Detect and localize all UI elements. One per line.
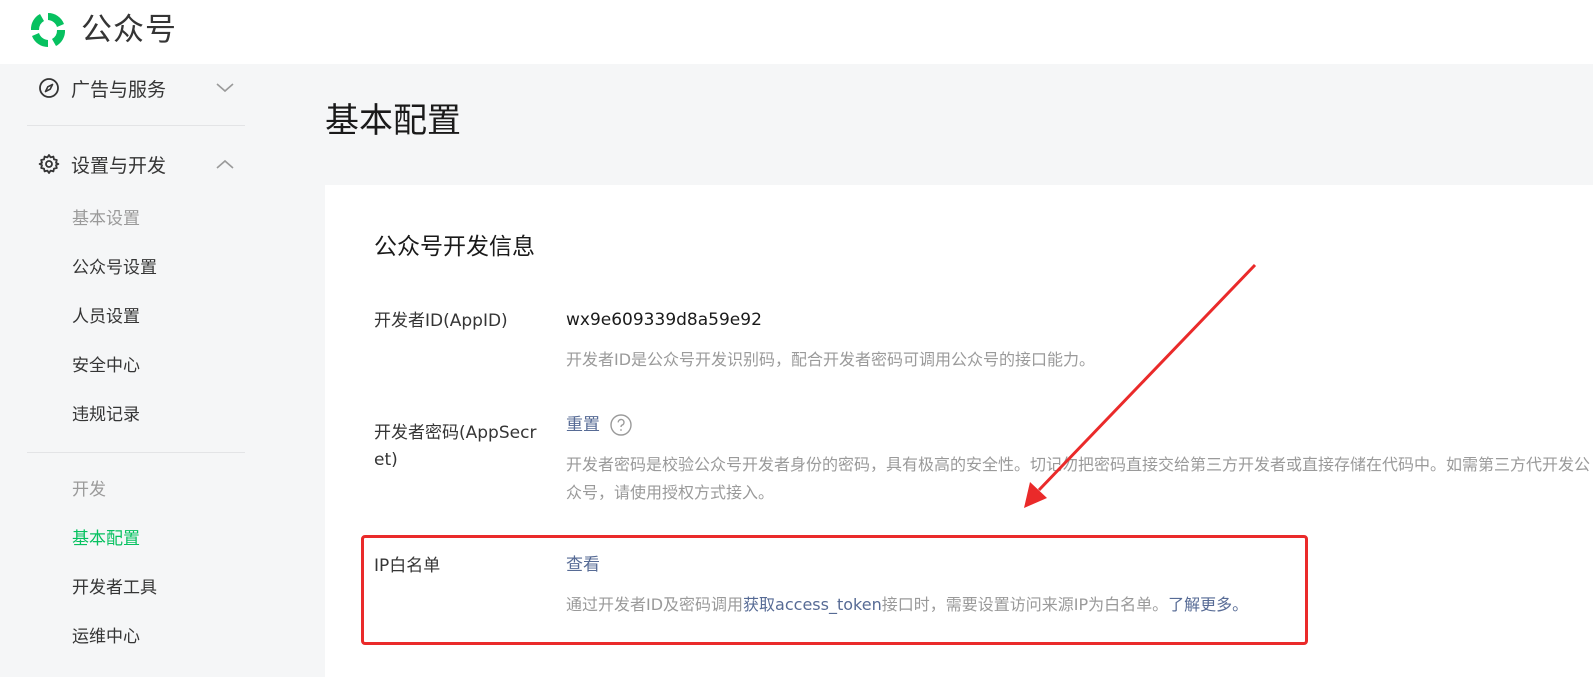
chevron-up-icon[interactable] — [213, 152, 237, 176]
sidebar-group-ads-services[interactable]: 广告与服务 — [27, 64, 245, 112]
annotation-highlight-box — [361, 535, 1308, 645]
sidebar-item-account-settings[interactable]: 公众号设置 — [72, 256, 157, 280]
sidebar: 广告与服务 设置与开发 基本设置 公众号设置 人员设置 安全中心 违规记录 开发… — [0, 64, 270, 677]
sidebar-item-basic-settings[interactable]: 基本设置 — [72, 207, 140, 231]
chevron-down-icon[interactable] — [213, 76, 237, 100]
appsecret-label: 开发者密码(AppSecret) — [374, 423, 537, 470]
sidebar-item-security-center[interactable]: 安全中心 — [72, 354, 140, 378]
sidebar-group-settings-dev[interactable]: 设置与开发 — [27, 140, 245, 188]
sidebar-item-member-settings[interactable]: 人员设置 — [72, 305, 140, 329]
gear-icon — [37, 152, 61, 176]
sidebar-item-developer-tools[interactable]: 开发者工具 — [72, 576, 157, 600]
wechat-official-account-logo-icon[interactable] — [26, 10, 70, 50]
sidebar-item-ops-center[interactable]: 运维中心 — [72, 625, 140, 649]
sidebar-section-dev: 开发 — [72, 480, 106, 500]
compass-icon — [37, 76, 61, 100]
sidebar-item-basic-config[interactable]: 基本配置 — [72, 527, 140, 551]
sidebar-divider — [27, 125, 245, 126]
appsecret-description: 开发者密码是校验公众号开发者身份的密码，具有极高的安全性。切记勿把密码直接交给第… — [566, 455, 1591, 502]
appid-label: 开发者ID(AppID) — [374, 311, 508, 331]
question-circle-icon[interactable] — [609, 413, 633, 437]
sidebar-group-label: 设置与开发 — [71, 154, 167, 177]
page-title: 基本配置 — [325, 101, 461, 141]
reset-secret-link[interactable]: 重置 — [566, 412, 600, 438]
section-title: 公众号开发信息 — [374, 234, 535, 260]
top-bar: 公众号 — [0, 0, 1593, 64]
sidebar-item-violation-records[interactable]: 违规记录 — [72, 403, 140, 427]
appid-description: 开发者ID是公众号开发识别码，配合开发者密码可调用公众号的接口能力。 — [566, 350, 1096, 369]
brand-name: 公众号 — [81, 12, 177, 48]
sidebar-group-label: 广告与服务 — [71, 78, 167, 101]
sidebar-divider — [27, 452, 245, 453]
appid-value: wx9e609339d8a59e92 — [566, 310, 762, 330]
